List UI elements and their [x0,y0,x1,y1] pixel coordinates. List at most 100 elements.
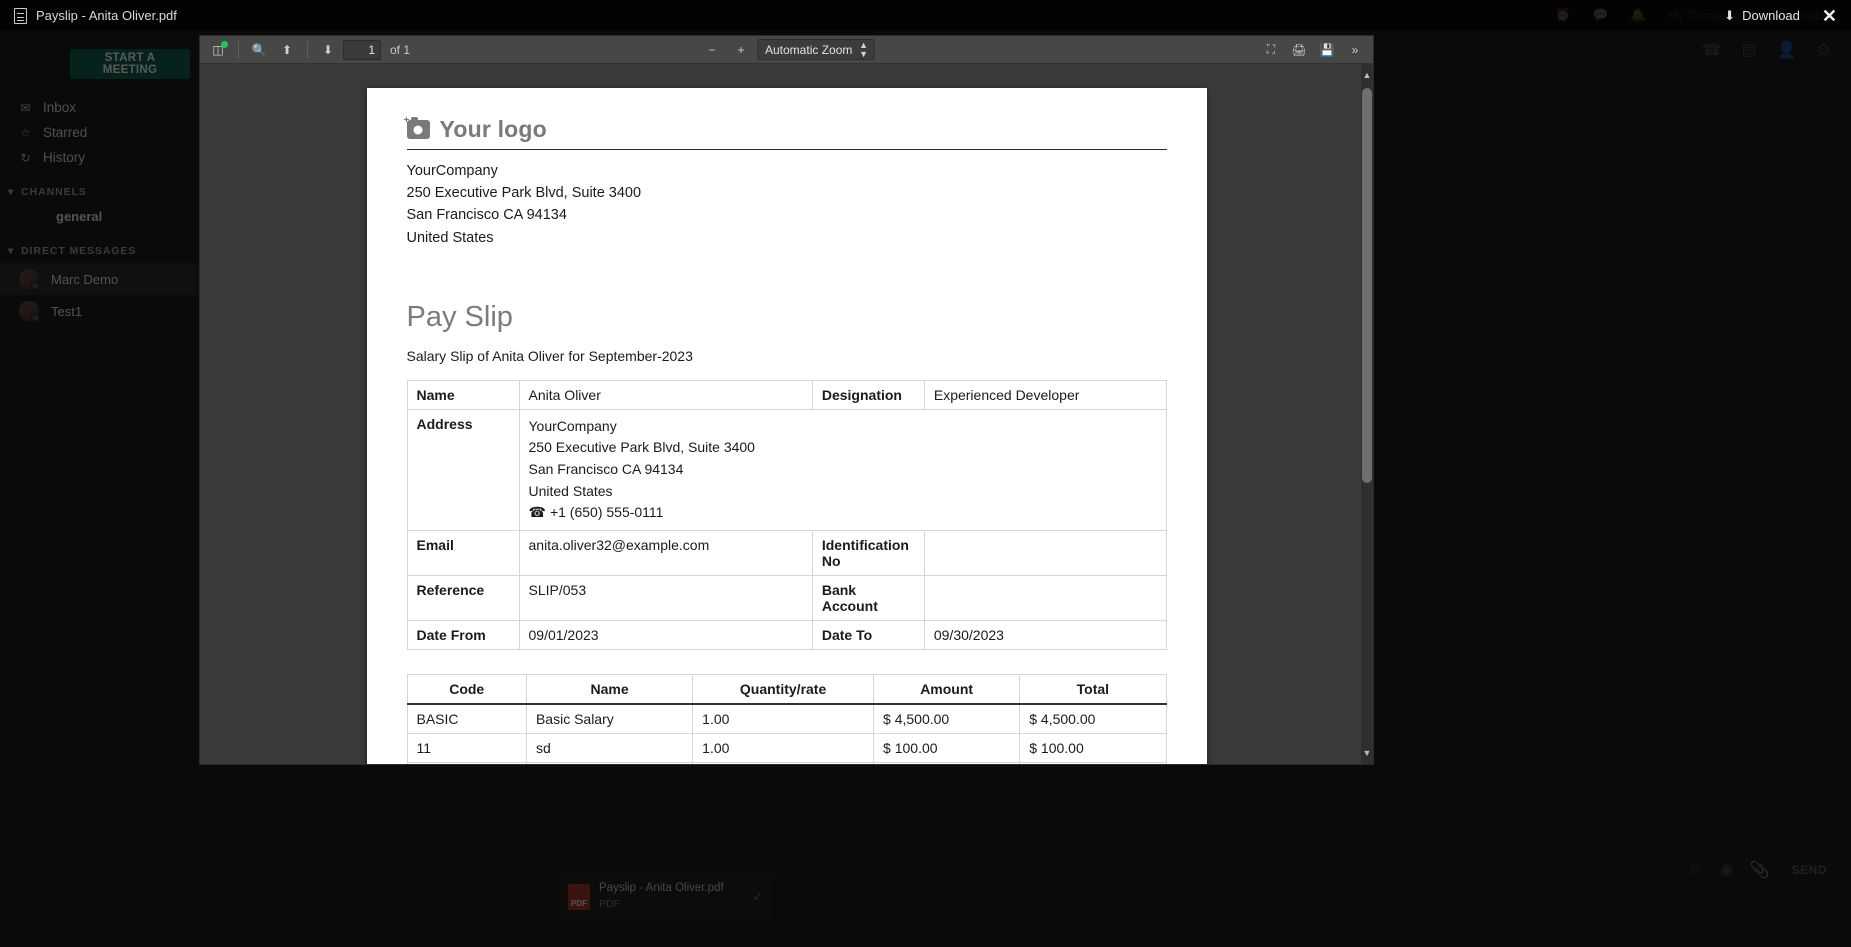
bank-account-label: Bank Account [811,575,925,622]
sidebar-toggle-icon[interactable]: ◫ [205,39,231,61]
page-title: Pay Slip [406,300,513,333]
column-header: Amount [873,674,1021,706]
identification-label: Identification No [811,530,925,577]
toolbar-divider [238,41,239,58]
download-button[interactable]: ⬇ Download [1724,8,1800,24]
address-line: YourCompany [528,417,617,434]
add-image-icon: + [404,115,430,139]
print-icon[interactable]: 🖨 [1286,39,1312,61]
table-cell: 1.00 [692,762,875,764]
document-logo: + Your logo [404,115,1167,143]
date-to-label: Date To [811,620,925,651]
email-label: Email [406,530,520,577]
search-icon[interactable]: 🔍 [246,39,272,61]
table-row: BASIC Basic Salary 1.00 $ 4,500.00 $ 4,500.0… [406,703,1167,735]
reference-label: Reference [406,575,520,622]
address-line: San Francisco CA 94134 [528,461,684,478]
toolbar-divider [307,41,308,58]
bank-account-value [923,575,1167,622]
save-icon[interactable]: 💾 [1314,39,1340,61]
scrollbar-thumb[interactable] [1362,88,1372,483]
email-value: anita.oliver32@example.com [518,530,813,577]
salary-lines-head: Code Name Quantity/rate Amount Total [406,674,1167,706]
page-subtitle: Salary Slip of Anita Oliver for Septembe… [406,347,693,364]
reference-value: SLIP/053 [518,575,813,622]
address-line: 250 Executive Park Blvd, Suite 3400 [528,439,755,456]
zoom-out-button[interactable]: − [699,39,725,61]
table-row: GROSSGross1.00$ 4,600.00$ 4,600.00 [406,762,1167,764]
close-icon[interactable]: ✕ [1822,7,1837,25]
phone-icon: ☎ [528,504,546,521]
download-label: Download [1742,8,1800,23]
arrow-up-icon[interactable]: ⬆ [274,39,300,61]
viewer-header-left: Payslip - Anita Oliver.pdf [14,7,177,24]
date-from-label: Date From [406,620,520,651]
phone-line: ☎ +1 (650) 555-0111 [529,502,1157,524]
table-cell: BASIC [406,703,527,735]
table-cell: $ 4,500.00 [1019,703,1167,735]
pdf-toolbar: ◫ 🔍 ⬆ ⬇ of 1 − + Automatic Zoom ▲▼ ⛶ 🖨 💾… [200,36,1373,64]
table-cell: 1.00 [692,733,875,764]
zoom-select[interactable]: Automatic Zoom [757,39,874,60]
date-to-value: 09/30/2023 [923,620,1167,651]
table-cell: $ 4,600.00 [1019,762,1167,764]
table-cell: Basic Salary [525,703,694,735]
column-header: Code [406,674,527,706]
arrow-down-icon[interactable]: ⬇ [315,39,341,61]
address-value: YourCompany 250 Executive Park Blvd, Sui… [518,408,1167,532]
name-label: Name [406,379,520,410]
pdf-scrollbar[interactable]: ▲ ▼ [1361,64,1373,764]
page-number-input[interactable] [343,39,381,60]
header-divider [406,149,1167,150]
zoom-in-button[interactable]: + [728,39,754,61]
pdf-scroll-container[interactable]: + Your logo YourCompany 250 Executive Pa… [200,64,1373,764]
name-value: Anita Oliver [518,379,813,410]
company-address-line: 250 Executive Park Blvd, Suite 3400 [406,185,642,202]
designation-value: Experienced Developer [923,379,1167,410]
salary-lines-table: Code Name Quantity/rate Amount Total BASIC Ba… [406,674,1167,764]
column-header: Total [1019,674,1167,706]
download-icon: ⬇ [1724,7,1736,23]
table-cell: $ 4,500.00 [873,703,1021,735]
table-cell: $ 4,600.00 [873,762,1021,764]
page-count-label: of 1 [390,42,411,57]
pdf-toolbar-right: ⛶ 🖨 💾 » [1258,39,1368,61]
scroll-up-icon[interactable]: ▲ [1361,68,1373,82]
company-address-line: United States [406,229,494,246]
double-chevron-right-icon[interactable]: » [1342,39,1368,61]
table-cell: sd [525,733,694,764]
fullscreen-icon[interactable]: ⛶ [1258,39,1284,61]
table-row: Date From 09/01/2023 Date To 09/30/2023 [406,620,1167,651]
viewer-file-name: Payslip - Anita Oliver.pdf [36,8,177,23]
table-cell: $ 100.00 [1019,733,1167,764]
employee-info-table: Name Anita Oliver Designation Experience… [406,379,1167,651]
table-row: Address YourCompany 250 Executive Park B… [406,408,1167,532]
table-cell: $ 100.00 [873,733,1021,764]
table-row: 11 sd 1.00 $ 100.00 $ 100.00 [406,733,1167,764]
table-cell: Gross [525,762,694,764]
address-label: Address [406,408,520,532]
table-row: Email anita.oliver32@example.com Identif… [406,530,1167,577]
viewer-header: Payslip - Anita Oliver.pdf ⬇ Download ✕ [0,0,1851,31]
scroll-down-icon[interactable]: ▼ [1361,746,1373,760]
phone-value: +1 (650) 555-0111 [549,504,664,521]
table-row: Name Anita Oliver Designation Experience… [406,379,1167,410]
table-cell: GROSS [406,762,527,764]
sidebar-badge-dot [221,40,228,48]
table-row: Reference SLIP/053 Bank Account [406,575,1167,622]
logo-label: Your logo [439,116,547,142]
salary-lines-body: BASIC Basic Salary 1.00 $ 4,500.00 $ 4,500.0… [406,703,1167,764]
date-from-value: 09/01/2023 [518,620,813,651]
viewer-header-right: ⬇ Download ✕ [1724,7,1837,25]
address-line: United States [528,482,613,499]
column-header: Name [525,674,694,706]
identification-value [923,530,1167,577]
company-address-line: YourCompany [406,163,498,179]
document-icon [14,7,27,24]
zoom-select-wrapper: Automatic Zoom ▲ ▼ [757,39,874,60]
designation-label: Designation [811,379,925,410]
table-cell: 11 [406,733,527,764]
table-header-row: Code Name Quantity/rate Amount Total [406,674,1167,706]
company-address-line: San Francisco CA 94134 [406,207,567,224]
zoom-controls: − + Automatic Zoom ▲ ▼ [699,39,874,61]
